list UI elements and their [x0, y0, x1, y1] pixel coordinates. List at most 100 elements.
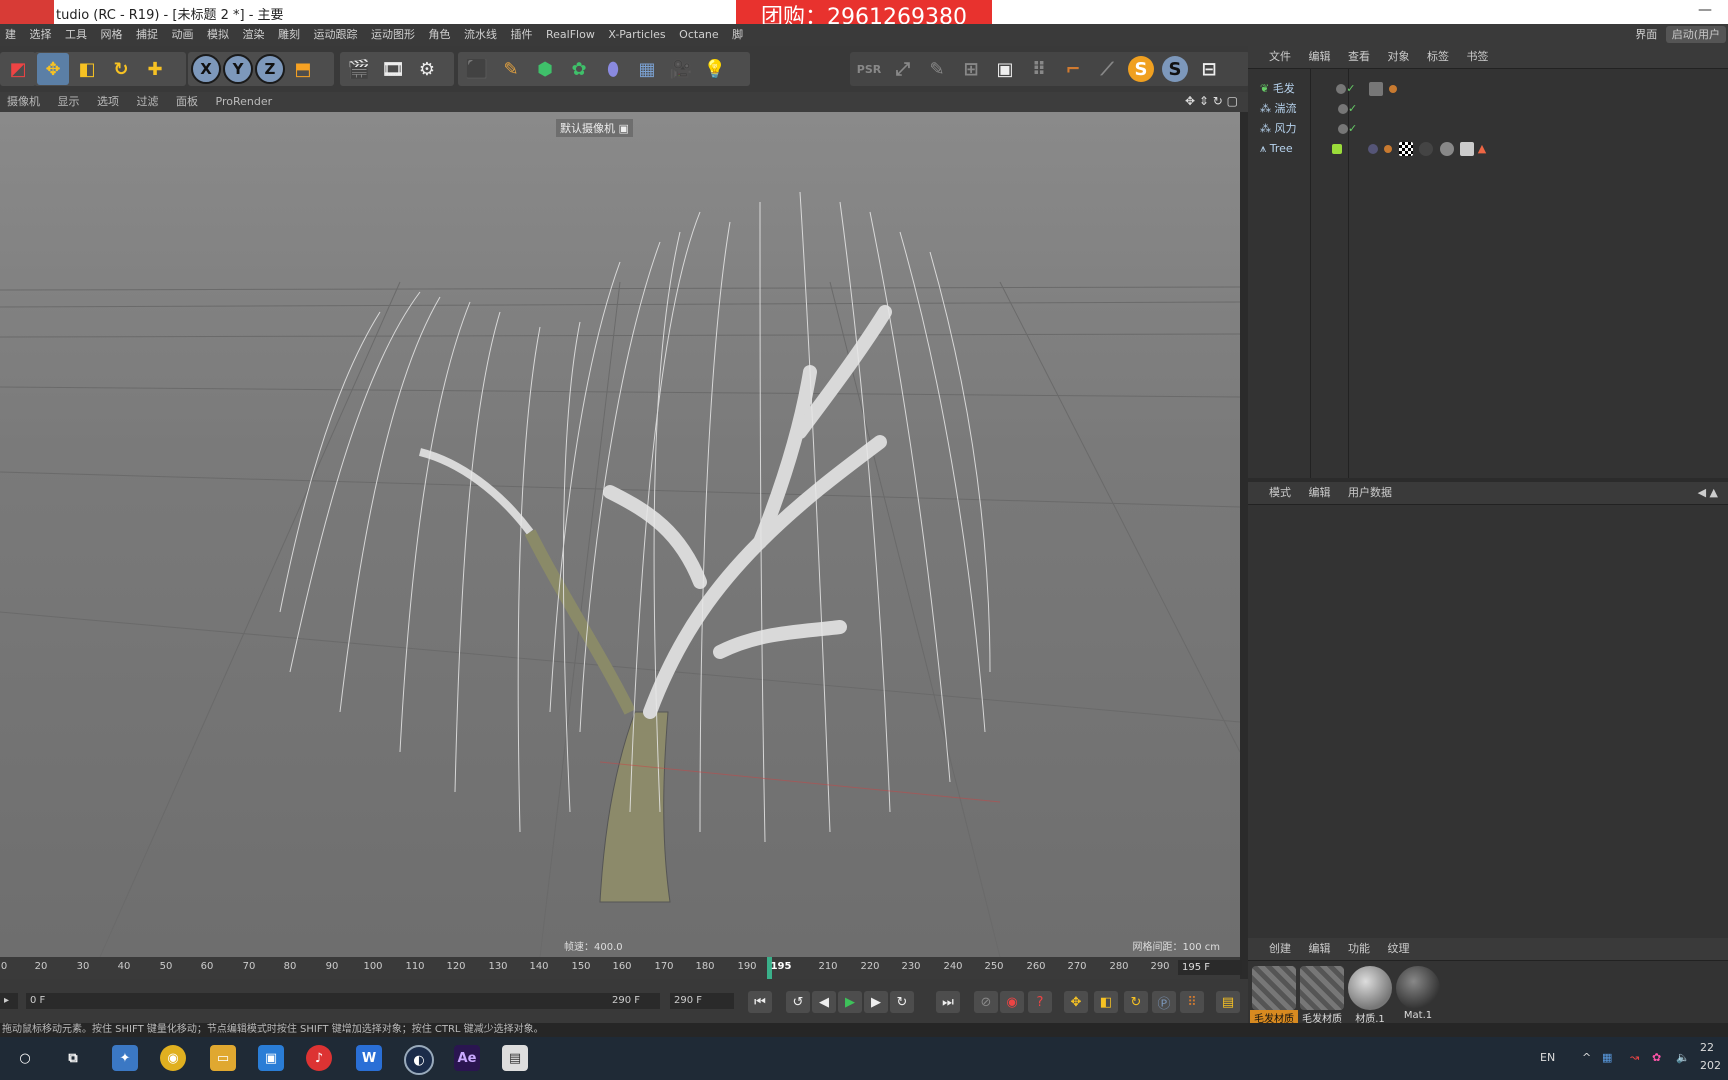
edit-icon[interactable]: ✎ [921, 53, 953, 85]
viewport-menu-item[interactable]: 过滤 [130, 92, 166, 112]
preview-range-slider[interactable]: 0 F 290 F [26, 993, 660, 1009]
key-pla-icon[interactable]: ⠿ [1180, 991, 1204, 1013]
key-scale-icon[interactable]: ◧ [1094, 991, 1118, 1013]
goto-end-icon[interactable]: ⏭ [936, 991, 960, 1013]
key-rotation-icon[interactable]: ↻ [1124, 991, 1148, 1013]
notes-icon[interactable]: ▤ [502, 1045, 528, 1071]
attribute-menu-item[interactable]: 模式 [1262, 482, 1298, 504]
menu-item[interactable]: 模拟 [202, 24, 234, 46]
next-frame-icon[interactable]: ▶ [864, 991, 888, 1013]
rotate-tool-icon[interactable]: ↻ [105, 53, 137, 85]
material-swatch[interactable] [1396, 966, 1440, 1010]
3d-viewport[interactable]: 默认摄像机 ▣ 帧速：400.0 网格间距：100 cm [0, 112, 1240, 957]
generator-icon[interactable]: ⬢ [529, 53, 561, 85]
object-menu-item[interactable]: 对象 [1381, 46, 1417, 68]
object-menu-item[interactable]: 文件 [1262, 46, 1298, 68]
prev-frame-icon[interactable]: ◀ [812, 991, 836, 1013]
preview-min-arrow[interactable]: ▸ [0, 993, 18, 1009]
attribute-menu-item[interactable]: 用户数据 [1341, 482, 1399, 504]
menu-item[interactable]: 建 [0, 24, 21, 46]
cube-icon[interactable]: ⬛ [461, 53, 493, 85]
layout-dropdown[interactable]: 启动(用户 [1665, 26, 1726, 43]
hair-material-tag-icon[interactable] [1368, 82, 1383, 96]
s-plugin-alt-icon[interactable]: S [1159, 53, 1191, 85]
tag-icon[interactable] [1384, 145, 1393, 153]
goto-start-icon[interactable]: ⏮ [748, 991, 772, 1013]
timeline-ruler[interactable]: 0 20 30 40 50 60 70 80 90 100 110 120 13… [0, 957, 1242, 979]
material-menu-item[interactable]: 纹理 [1381, 938, 1417, 960]
record-disabled-icon[interactable]: ⊘ [974, 991, 998, 1013]
object-row-turbulence[interactable]: ⁂ 湍流 ✓ [1260, 100, 1357, 118]
task-view-icon[interactable]: ⧉ [60, 1045, 86, 1071]
visibility-dot[interactable] [1338, 104, 1348, 114]
psr-icon[interactable]: PSR [853, 53, 885, 85]
menu-item[interactable]: 工具 [60, 24, 92, 46]
menu-item[interactable]: 动画 [167, 24, 199, 46]
tray-network-icon[interactable]: ↝ [1630, 1051, 1639, 1064]
attribute-menu-item[interactable]: 编辑 [1302, 482, 1338, 504]
object-menu-item[interactable]: 标签 [1420, 46, 1456, 68]
after-effects-icon[interactable]: Ae [454, 1045, 480, 1071]
current-frame-field[interactable]: 195 F [1178, 960, 1242, 975]
timeline-window-icon[interactable]: ▤ [1216, 991, 1240, 1013]
menu-item[interactable]: 脚 [727, 24, 748, 46]
material-tag-icon[interactable] [1419, 142, 1434, 156]
viewport-solo-icon[interactable]: ▣ [989, 53, 1021, 85]
coordinate-system-icon[interactable]: ⬒ [287, 53, 319, 85]
hair-tag-icon[interactable] [1460, 142, 1475, 156]
pen-spline-icon[interactable]: ✎ [495, 53, 527, 85]
minimize-button[interactable]: — [1698, 2, 1712, 18]
edges-mode-icon[interactable]: ⌐ [1057, 53, 1089, 85]
menu-item[interactable]: 角色 [424, 24, 456, 46]
object-row-hair[interactable]: ❦ 毛发 ✓ [1260, 80, 1398, 98]
s-plugin-icon[interactable]: S [1125, 53, 1157, 85]
snap-icon[interactable]: ⤢ [887, 53, 919, 85]
phong-tag-icon[interactable] [1367, 144, 1378, 154]
wps-icon[interactable]: W [356, 1045, 382, 1071]
menu-item[interactable]: 选择 [25, 24, 57, 46]
object-menu-item[interactable]: 书签 [1460, 46, 1496, 68]
render-view-icon[interactable]: 🎬 [343, 53, 375, 85]
menu-item[interactable]: 雕刻 [273, 24, 305, 46]
material-swatch[interactable] [1300, 966, 1344, 1010]
file-explorer-icon[interactable]: ▭ [210, 1045, 236, 1071]
menu-item[interactable]: 流水线 [459, 24, 502, 46]
x-axis-lock-button[interactable]: X [191, 54, 221, 84]
menu-item[interactable]: 网格 [96, 24, 128, 46]
cinema4d-icon[interactable]: ◐ [404, 1045, 434, 1075]
material-label[interactable]: Mat.1 [1394, 1010, 1442, 1021]
workplane-icon[interactable]: ⊞ [955, 53, 987, 85]
menu-item[interactable]: Octane [674, 24, 724, 46]
prev-keyframe-icon[interactable]: ↺ [786, 991, 810, 1013]
attribute-nav-arrows[interactable]: ◀ ▲ [1698, 486, 1718, 499]
material-menu-item[interactable]: 功能 [1341, 938, 1377, 960]
menu-item[interactable]: 运动图形 [366, 24, 420, 46]
z-axis-lock-button[interactable]: Z [255, 54, 285, 84]
viewport-menu-item[interactable]: 显示 [51, 92, 87, 112]
object-row-wind[interactable]: ⁂ 风力 ✓ [1260, 120, 1357, 138]
points-mode-icon[interactable]: ⠿ [1023, 53, 1055, 85]
clock-date[interactable]: 202 [1700, 1059, 1721, 1072]
material-menu-item[interactable]: 创建 [1262, 938, 1298, 960]
tray-language[interactable]: EN [1540, 1051, 1555, 1064]
light-icon[interactable]: 💡 [699, 53, 731, 85]
move-tool-icon[interactable]: ✥ [37, 53, 69, 85]
layer-color-swatch[interactable] [1332, 144, 1343, 154]
menu-item[interactable]: 捕捉 [131, 24, 163, 46]
live-select-icon[interactable]: ✚ [139, 53, 171, 85]
uvw-tag-icon[interactable] [1398, 142, 1413, 156]
render-picture-viewer-icon[interactable]: 🎞 [377, 53, 409, 85]
chrome-icon[interactable]: ◉ [160, 1045, 186, 1071]
menu-item[interactable]: 运动跟踪 [309, 24, 363, 46]
vertex-tag-icon[interactable]: ▲ [1478, 142, 1486, 155]
object-menu-item[interactable]: 编辑 [1302, 46, 1338, 68]
tag-icon[interactable] [1389, 85, 1398, 93]
tray-app-icon[interactable]: ▦ [1602, 1051, 1612, 1064]
menu-item[interactable]: 插件 [506, 24, 538, 46]
select-icon[interactable]: ◩ [3, 53, 33, 85]
tray-chevron-up-icon[interactable]: ^ [1582, 1051, 1591, 1064]
autokey-icon[interactable]: ? [1028, 991, 1052, 1013]
record-icon[interactable]: ◉ [1000, 991, 1024, 1013]
object-row-tree[interactable]: ⩚ Tree ▲ [1260, 140, 1486, 158]
hierarchy-icon[interactable]: ⊟ [1193, 53, 1225, 85]
